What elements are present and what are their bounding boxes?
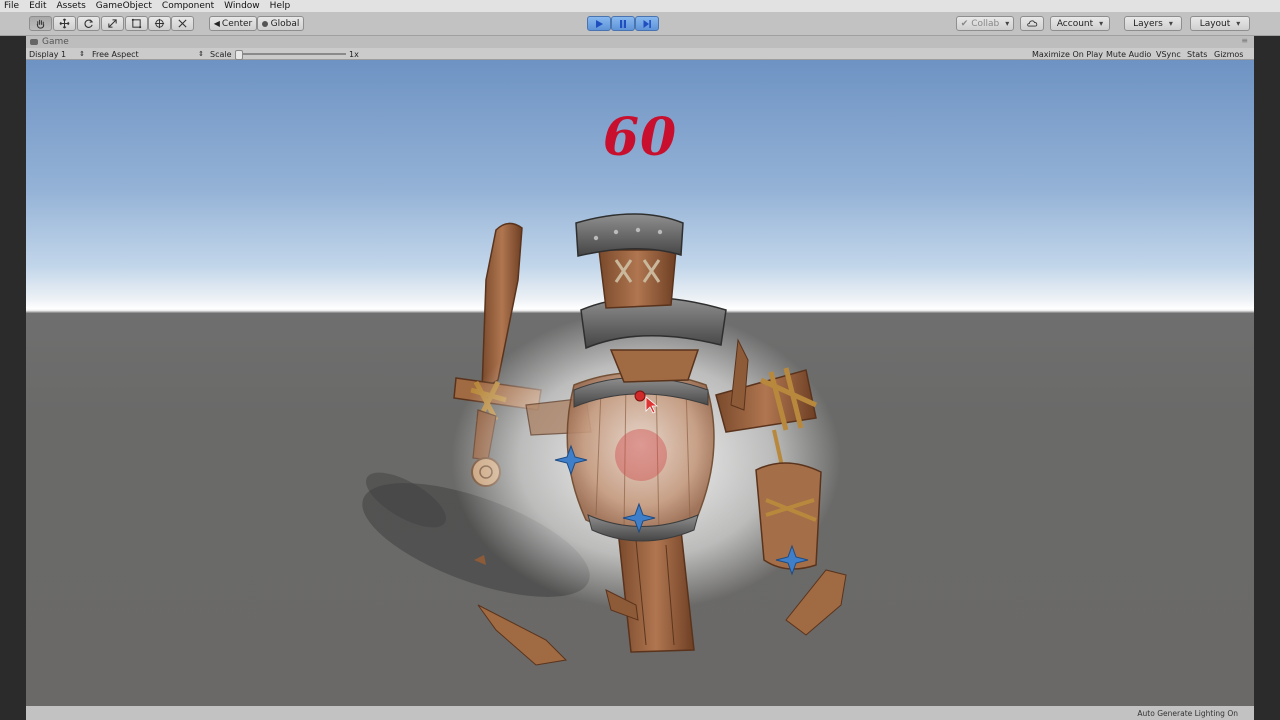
pivot-center-button[interactable]: ◀ Center [209, 16, 257, 31]
hand-tool-button[interactable] [29, 16, 52, 31]
collab-dropdown[interactable]: ✔ Collab [956, 16, 1014, 31]
game-tab-icon [30, 39, 38, 45]
aspect-dropdown[interactable]: Free Aspect ⇕ [92, 48, 204, 60]
game-tab-header: Game ≡ [26, 36, 1254, 48]
transform-icon [154, 18, 165, 29]
hit-counter: 60 [602, 107, 678, 168]
scale-tool-button[interactable] [101, 16, 124, 31]
menu-gameobject[interactable]: GameObject [96, 1, 152, 11]
stats-toggle[interactable]: Stats [1187, 48, 1207, 60]
pivot-icon: ◀ [213, 19, 220, 28]
scale-slider[interactable] [235, 48, 346, 60]
menu-file[interactable]: File [4, 1, 19, 11]
layout-dropdown[interactable]: Layout [1190, 16, 1250, 31]
dropdown-arrows-icon: ⇕ [79, 50, 85, 58]
pause-button[interactable] [611, 16, 635, 31]
step-icon [643, 19, 651, 28]
aspect-label: Free Aspect [92, 49, 139, 59]
tab-game-label: Game [42, 37, 69, 47]
rect-tool-button[interactable] [125, 16, 148, 31]
transform-tool-button[interactable] [148, 16, 171, 31]
scale-icon [108, 19, 117, 28]
scale-label: Scale [210, 49, 232, 59]
check-icon: ✔ [960, 18, 969, 29]
lighting-status: Auto Generate Lighting On [1137, 708, 1238, 718]
layers-label: Layers [1133, 18, 1163, 29]
collab-label: Collab [971, 18, 1000, 29]
pause-icon [620, 19, 626, 28]
custom-tool-button[interactable] [171, 16, 194, 31]
menu-component[interactable]: Component [162, 1, 214, 11]
layout-label: Layout [1199, 18, 1231, 29]
vsync-toggle[interactable]: VSync [1156, 48, 1181, 60]
move-tool-button[interactable] [53, 16, 76, 31]
play-button[interactable] [587, 16, 611, 31]
display-dropdown[interactable]: Display 1 ⇕ [29, 48, 85, 60]
menu-help[interactable]: Help [270, 1, 291, 11]
space-label: Global [270, 18, 300, 29]
step-button[interactable] [635, 16, 659, 31]
display-label: Display 1 [29, 49, 67, 59]
game-view-bar: Display 1 ⇕ Free Aspect ⇕ Scale 1x Maxim… [26, 48, 1254, 60]
rotate-icon [84, 19, 94, 28]
cloud-button[interactable] [1020, 16, 1044, 31]
scale-slider-thumb[interactable] [235, 50, 243, 60]
dropdown-arrows-icon: ⇕ [198, 50, 204, 58]
dummy-post [617, 529, 695, 653]
toolbar: ◀ Center Global ✔ Collab Account Layers … [0, 12, 1280, 36]
scale-slider-track [236, 53, 346, 55]
status-bar: Auto Generate Lighting On [26, 706, 1254, 720]
pivot-space-button[interactable]: Global [257, 16, 304, 31]
mute-audio-toggle[interactable]: Mute Audio [1106, 48, 1151, 60]
maximize-on-play-toggle[interactable]: Maximize On Play [1032, 48, 1103, 60]
globe-icon [261, 20, 268, 27]
rect-icon [131, 18, 142, 29]
menu-bar: File Edit Assets GameObject Component Wi… [0, 0, 1280, 12]
menu-assets[interactable]: Assets [57, 1, 86, 11]
rotate-tool-button[interactable] [77, 16, 100, 31]
hand-icon [36, 19, 45, 29]
tools-icon [178, 19, 187, 28]
play-icon [596, 19, 603, 28]
layers-dropdown[interactable]: Layers [1124, 16, 1182, 31]
tab-game[interactable]: Game [30, 37, 69, 47]
pivot-label: Center [221, 18, 253, 29]
menu-window[interactable]: Window [224, 1, 260, 11]
menu-edit[interactable]: Edit [29, 1, 46, 11]
gizmos-dropdown[interactable]: Gizmos [1214, 48, 1243, 60]
move-icon [59, 18, 70, 29]
cloud-icon [1027, 20, 1038, 27]
account-dropdown[interactable]: Account [1050, 16, 1110, 31]
game-viewport[interactable]: 60 [26, 60, 1254, 706]
tab-menu-icon[interactable]: ≡ [1241, 36, 1248, 45]
scale-value: 1x [349, 49, 359, 59]
account-label: Account [1056, 18, 1094, 29]
